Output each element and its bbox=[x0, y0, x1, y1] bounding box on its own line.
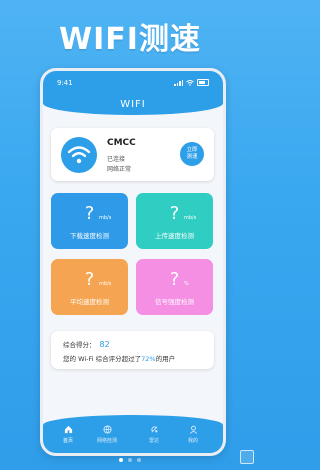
score-line: 综合得分： 82 bbox=[63, 339, 110, 349]
page-indicator bbox=[0, 458, 260, 462]
tab-network-check-label: 网络检测 bbox=[96, 438, 117, 444]
signal-label: 信号强度检测 bbox=[155, 298, 194, 306]
phone-mockup: 9:41 WIFI CMCC 已连接 网络正常 立即 测速 ? mb/s 下载速… bbox=[40, 68, 226, 456]
app-header: 9:41 WIFI bbox=[43, 71, 223, 115]
tab-radar-label: 雷达 bbox=[148, 438, 159, 444]
score-label: 综合得分： bbox=[63, 341, 96, 349]
network-name: CMCC bbox=[107, 138, 136, 148]
download-label: 下载速度检测 bbox=[70, 232, 109, 240]
measure-now-button[interactable]: 立即 测速 bbox=[180, 142, 204, 166]
upload-unit: mb/s bbox=[184, 215, 197, 221]
score-card: 综合得分： 82 您的 Wi-Fi 综合评分超过了72%的用户 bbox=[51, 331, 214, 369]
headline-title: WIFI测速 bbox=[59, 22, 201, 57]
status-icons bbox=[174, 79, 209, 86]
page-dot bbox=[128, 458, 132, 462]
tab-network-check[interactable]: 网络检测 bbox=[89, 425, 125, 444]
network-card: CMCC 已连接 网络正常 立即 测速 bbox=[51, 128, 214, 181]
home-icon bbox=[64, 425, 72, 434]
upload-label: 上传速度检测 bbox=[155, 232, 194, 240]
tab-radar[interactable]: 雷达 bbox=[136, 425, 172, 444]
bottom-tab-bar: 首页 网络检测 雷达 我的 bbox=[43, 415, 223, 453]
page-dot-active bbox=[119, 458, 123, 462]
radar-icon bbox=[150, 426, 158, 433]
signal-value: ? bbox=[169, 269, 180, 290]
upload-value: ? bbox=[169, 203, 180, 224]
status-bar: 9:41 bbox=[43, 79, 223, 89]
wifi-status-icon bbox=[186, 79, 194, 86]
download-speed-tile[interactable]: ? mb/s 下载速度检测 bbox=[51, 193, 128, 249]
average-value: ? bbox=[84, 269, 95, 290]
score-description: 您的 Wi-Fi 综合评分超过了72%的用户 bbox=[63, 353, 175, 363]
signal-unit: % bbox=[184, 281, 189, 287]
status-time: 9:41 bbox=[57, 79, 73, 87]
battery-icon bbox=[197, 79, 209, 86]
bookmark-icon[interactable] bbox=[240, 450, 254, 464]
average-unit: mb/s bbox=[99, 281, 112, 287]
tab-profile-label: 我的 bbox=[187, 438, 198, 444]
measure-label-line2: 测速 bbox=[186, 154, 198, 160]
page-dot bbox=[137, 458, 141, 462]
network-quality: 网络正常 bbox=[107, 166, 132, 173]
score-percent: 72% bbox=[141, 355, 156, 363]
tab-profile[interactable]: 我的 bbox=[175, 425, 211, 444]
upload-speed-tile[interactable]: ? mb/s 上传速度检测 bbox=[136, 193, 213, 249]
screen-title: WIFI bbox=[120, 99, 146, 110]
user-icon bbox=[189, 425, 197, 434]
wifi-icon bbox=[61, 137, 97, 173]
score-value: 82 bbox=[99, 340, 110, 349]
average-speed-tile[interactable]: ? mb/s 平均速度检测 bbox=[51, 259, 128, 315]
score-desc-prefix: 您的 Wi-Fi 综合评分超过了 bbox=[63, 355, 142, 363]
score-desc-suffix: 的用户 bbox=[155, 355, 176, 363]
network-status: 已连接 bbox=[107, 156, 126, 163]
download-value: ? bbox=[84, 203, 95, 224]
globe-icon bbox=[102, 425, 112, 434]
tab-home[interactable]: 首页 bbox=[50, 425, 86, 444]
average-label: 平均速度检测 bbox=[70, 298, 109, 306]
signal-strength-tile[interactable]: ? % 信号强度检测 bbox=[136, 259, 213, 315]
download-unit: mb/s bbox=[99, 215, 112, 221]
tab-home-label: 首页 bbox=[62, 438, 73, 444]
cellular-signal-icon bbox=[174, 79, 183, 86]
measure-label-line1: 立即 bbox=[186, 147, 198, 153]
